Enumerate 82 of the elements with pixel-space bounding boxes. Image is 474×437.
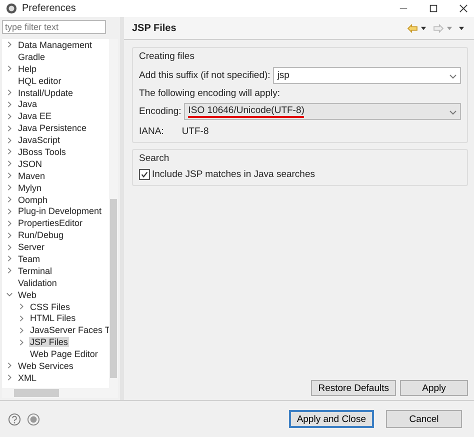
tree-item[interactable]: Java EE	[17, 111, 53, 122]
tree-item[interactable]: Web	[17, 290, 38, 300]
chevron-right-icon[interactable]	[6, 172, 13, 180]
iana-label: IANA:	[139, 126, 164, 137]
tree-item[interactable]: CSS Files	[29, 302, 72, 312]
view-menu-icon[interactable]	[459, 26, 464, 30]
chevron-right-icon[interactable]	[18, 314, 25, 322]
chevron-right-icon[interactable]	[6, 184, 13, 192]
horizontal-scrollbar[interactable]	[2, 388, 118, 398]
chevron-down-icon	[449, 72, 457, 80]
iana-value: UTF-8	[182, 126, 209, 137]
page-button[interactable]: Restore Defaults	[311, 380, 396, 396]
tree-item[interactable]: HTML Files	[29, 313, 77, 324]
tree-item[interactable]: JSON	[17, 158, 44, 169]
chevron-right-icon[interactable]	[6, 41, 13, 48]
tree-item[interactable]: Gradle	[17, 52, 46, 62]
dialog-button[interactable]: Apply and Close	[288, 410, 374, 428]
tree-item[interactable]: JBoss Tools	[17, 146, 67, 157]
close-icon[interactable]	[459, 4, 468, 13]
window-title: Preferences	[22, 3, 76, 14]
chevron-right-icon[interactable]	[6, 124, 13, 132]
app-icon	[6, 3, 17, 14]
dropdown-icon[interactable]	[421, 26, 426, 30]
tree-item[interactable]: Plug-in Development	[17, 206, 103, 216]
chevron-right-icon[interactable]	[6, 112, 13, 120]
chevron-right-icon[interactable]	[6, 160, 13, 168]
encoding-combo[interactable]: ISO 10646/Unicode(UTF-8)	[184, 103, 461, 120]
group-title: Creating files	[139, 51, 196, 62]
tree-item[interactable]: Java	[17, 99, 38, 110]
filter-field[interactable]: type filter text	[2, 20, 106, 34]
page-button[interactable]: Apply	[400, 380, 468, 396]
tree-item[interactable]: Maven	[17, 170, 46, 181]
chevron-right-icon[interactable]	[18, 303, 25, 310]
chevron-right-icon[interactable]	[6, 374, 13, 382]
chevron-down-icon[interactable]	[6, 291, 13, 298]
encoding-label: Encoding:	[139, 106, 182, 117]
chevron-right-icon[interactable]	[6, 267, 13, 274]
checkbox[interactable]	[139, 169, 150, 180]
chevron-right-icon[interactable]	[18, 338, 25, 346]
tree-item[interactable]: PropertiesEditor	[17, 218, 84, 228]
tree-item[interactable]: Validation	[17, 278, 58, 288]
checkbox-label: Include JSP matches in Java searches	[152, 169, 315, 180]
tree-item[interactable]: Oomph	[17, 194, 49, 205]
tree-item[interactable]: HQL editor	[17, 76, 62, 86]
tree-item[interactable]: Data Management	[17, 40, 94, 50]
chevron-right-icon[interactable]	[6, 220, 13, 227]
tree-item[interactable]: Server	[17, 242, 46, 252]
tree-item[interactable]: XML	[17, 372, 38, 383]
tree-item[interactable]: Run/Debug	[17, 230, 65, 240]
tree-item[interactable]: Web Services	[17, 360, 74, 371]
chevron-right-icon[interactable]	[6, 100, 13, 108]
tree-item[interactable]: JavaScript	[17, 135, 62, 146]
chevron-right-icon[interactable]	[6, 232, 13, 239]
maximize-icon[interactable]	[429, 4, 438, 13]
chevron-right-icon[interactable]	[6, 362, 13, 370]
tree-item[interactable]: Help	[17, 64, 38, 74]
tree-item[interactable]: Install/Update	[17, 88, 74, 98]
record-icon[interactable]	[27, 412, 40, 426]
chevron-right-icon[interactable]	[6, 89, 13, 96]
tree-item[interactable]: Web Page Editor	[29, 349, 99, 360]
chevron-down-icon	[449, 108, 457, 116]
chevron-right-icon[interactable]	[6, 255, 13, 262]
tree-item[interactable]: JSP Files	[29, 337, 69, 348]
chevron-right-icon[interactable]	[6, 136, 13, 144]
tree-item[interactable]: Terminal	[17, 266, 54, 276]
chevron-right-icon[interactable]	[6, 208, 13, 215]
vertical-scrollbar[interactable]	[109, 39, 118, 388]
tree-item[interactable]: Java Persistence	[17, 123, 88, 134]
dialog-button[interactable]: Cancel	[386, 410, 462, 428]
chevron-right-icon[interactable]	[6, 65, 13, 72]
chevron-right-icon[interactable]	[6, 196, 13, 204]
chevron-right-icon[interactable]	[18, 326, 25, 334]
encoding-note: The following encoding will apply:	[139, 88, 281, 99]
suffix-label: Add this suffix (if not specified):	[139, 70, 270, 81]
help-icon[interactable]	[8, 412, 21, 426]
tree-item[interactable]: Team	[17, 254, 42, 264]
group-title: Search	[139, 153, 170, 164]
tree-item[interactable]: Mylyn	[17, 182, 43, 193]
chevron-right-icon[interactable]	[6, 148, 13, 156]
chevron-right-icon[interactable]	[6, 244, 13, 251]
suffix-combo[interactable]: jsp	[273, 67, 461, 84]
page-title: JSP Files	[132, 22, 176, 34]
